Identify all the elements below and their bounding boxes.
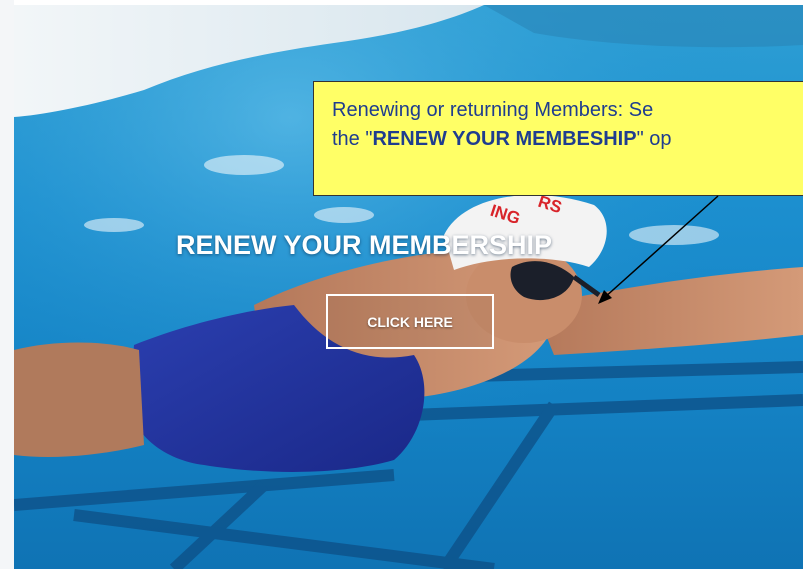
callout-line-1: Renewing or returning Members: Se: [332, 99, 654, 121]
callout-line-2: the "RENEW YOUR MEMBESHIP" op: [332, 125, 803, 154]
page-left-edge: [0, 0, 14, 569]
hero-title: RENEW YOUR MEMBERSHIP: [176, 230, 553, 260]
click-here-label: CLICK HERE: [367, 313, 453, 330]
page: RS ING RENEW YOUR MEMBERSHIP CLICK HERE …: [0, 0, 803, 569]
callout-line-2-bold: RENEW YOUR MEMBESHIP: [372, 128, 637, 150]
click-here-button[interactable]: CLICK HERE: [326, 294, 494, 349]
callout-line-2-prefix: the ": [332, 128, 373, 150]
callout-line-2-suffix: " op: [636, 128, 672, 150]
annotation-callout: Renewing or returning Members: Se the "R…: [313, 81, 803, 196]
